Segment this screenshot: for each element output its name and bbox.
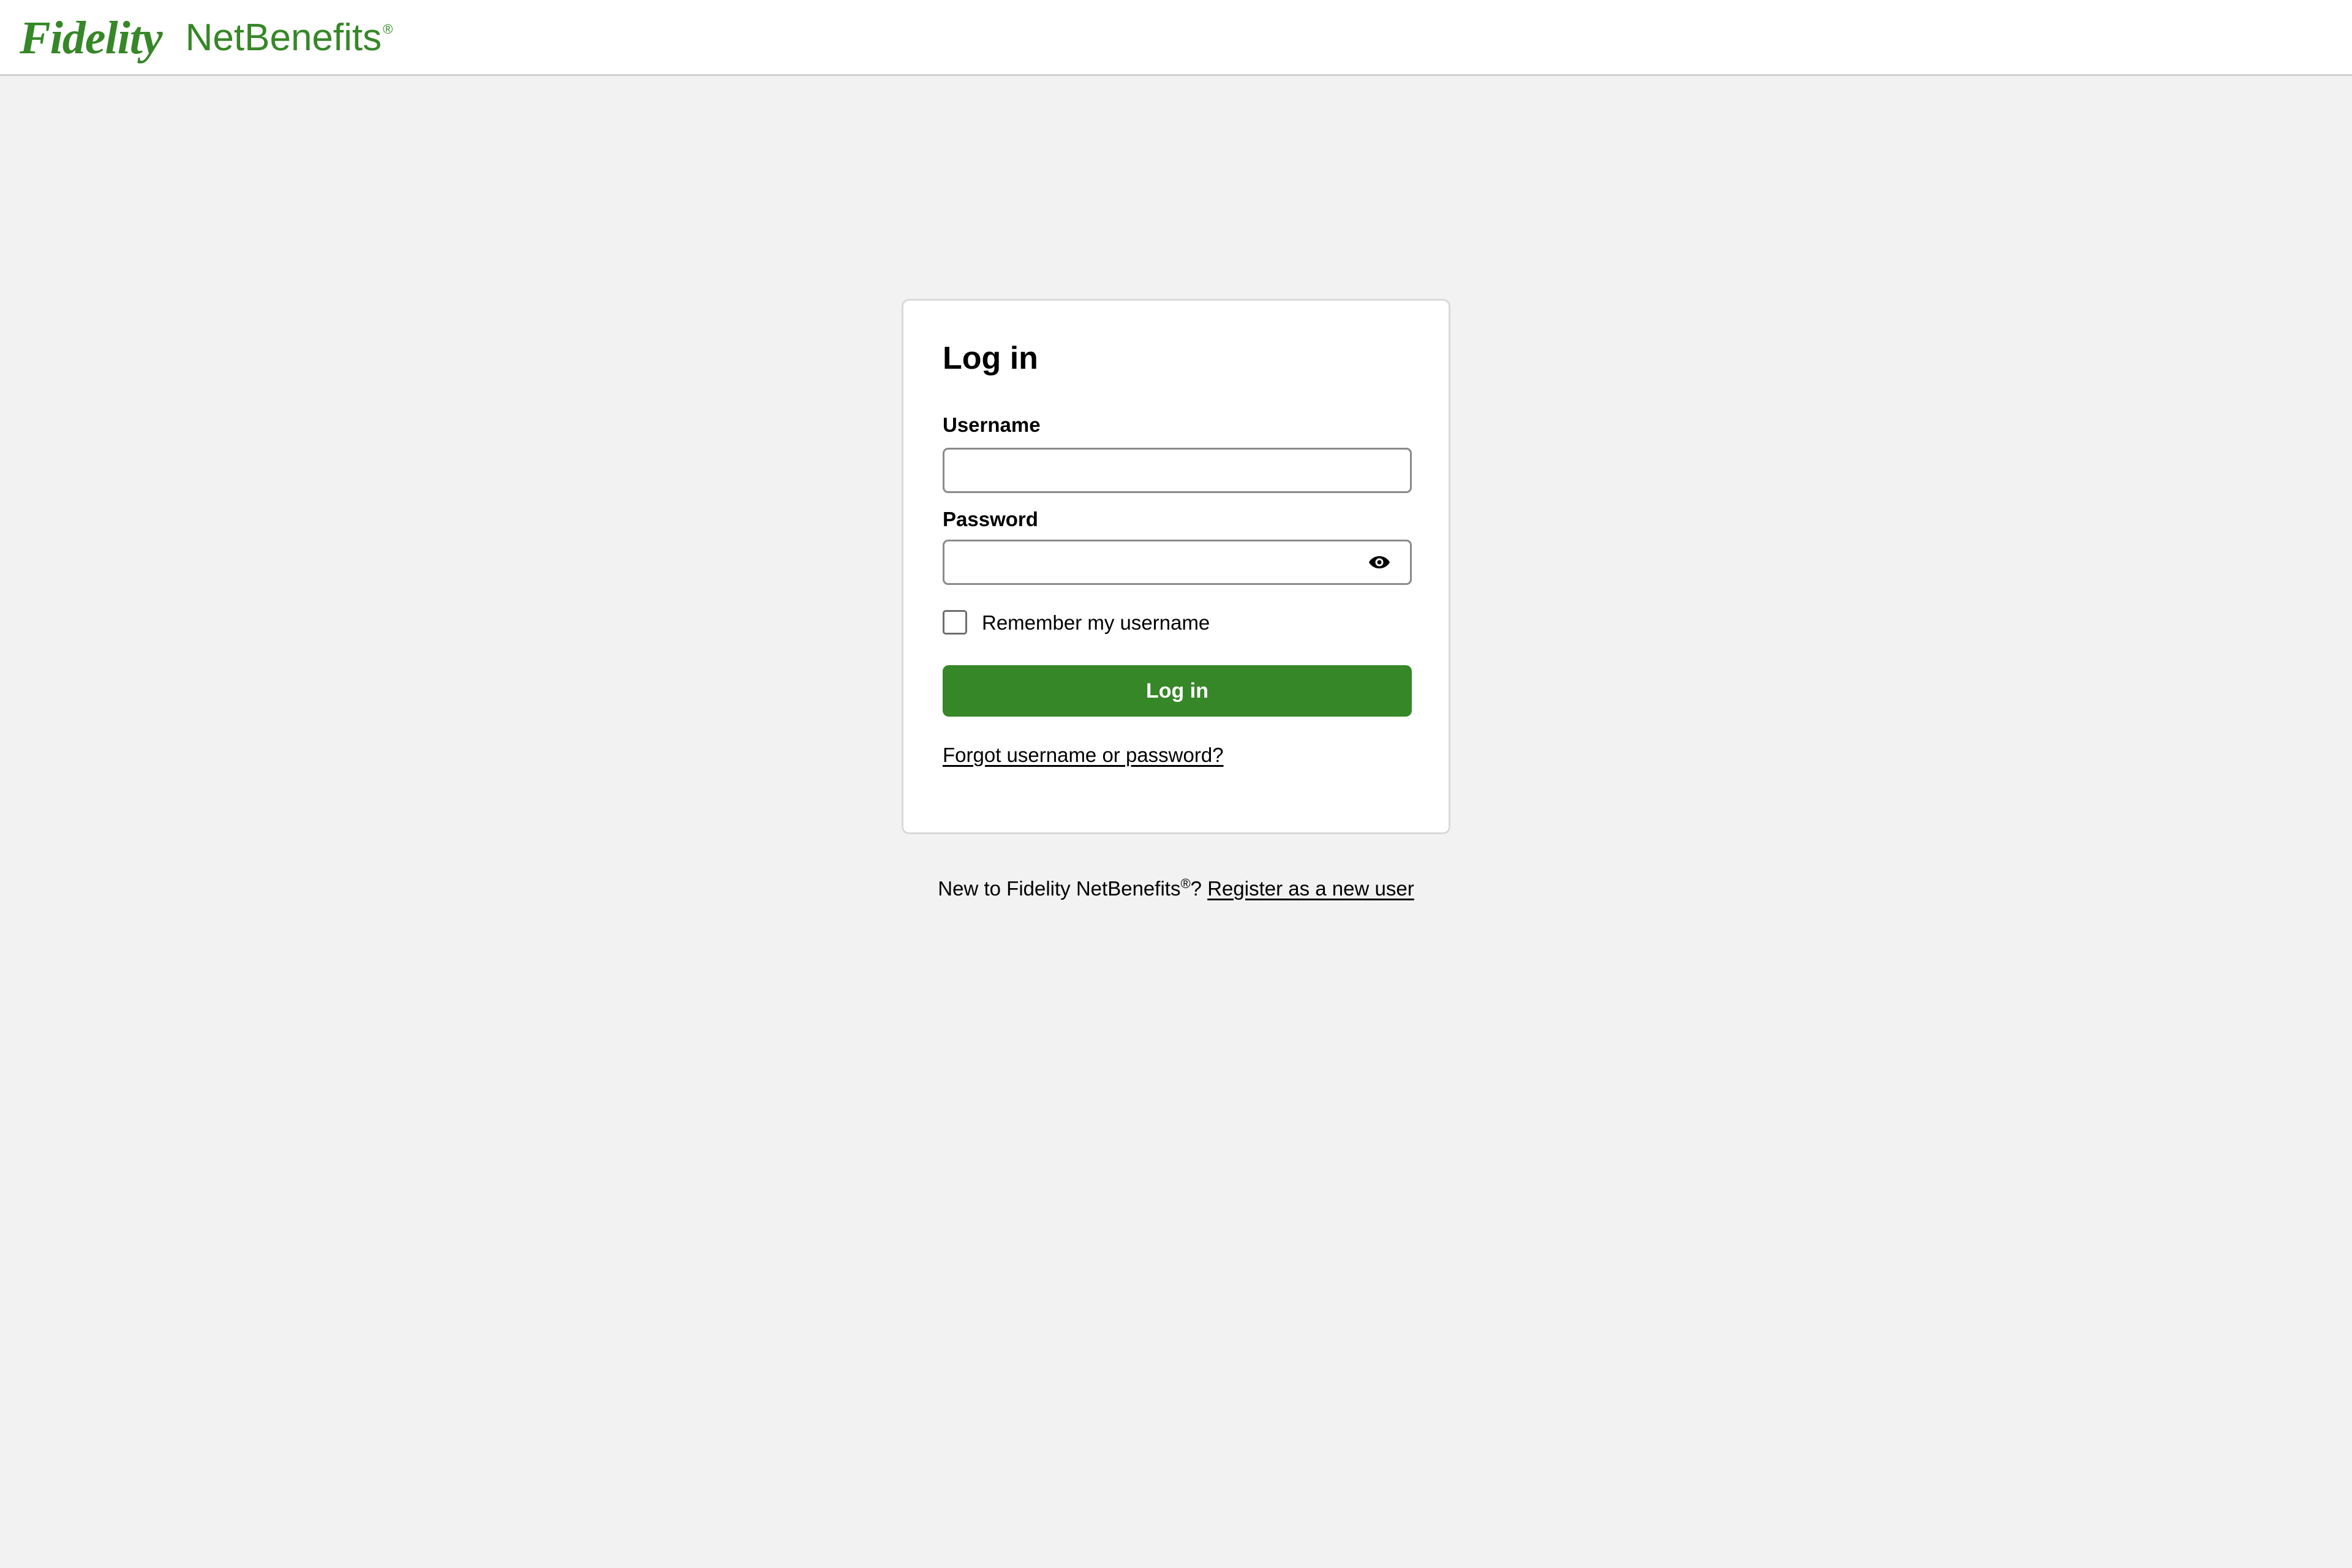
remember-username-checkbox[interactable] bbox=[943, 610, 967, 635]
login-title: Log in bbox=[943, 341, 1038, 376]
eye-icon bbox=[1369, 556, 1390, 568]
login-card: Log in Username Password Remember my use… bbox=[902, 299, 1450, 834]
password-input[interactable] bbox=[943, 540, 1412, 585]
remember-username-label[interactable]: Remember my username bbox=[982, 612, 1210, 633]
new-user-question: ? bbox=[1190, 877, 1202, 900]
registered-mark: ® bbox=[383, 21, 393, 37]
register-link[interactable]: Register as a new user bbox=[1207, 877, 1414, 900]
forgot-credentials-link[interactable]: Forgot username or password? bbox=[943, 743, 1224, 767]
new-user-text: New to Fidelity NetBenefits bbox=[938, 877, 1181, 900]
product-name-text: NetBenefits bbox=[185, 17, 382, 59]
product-name: NetBenefits® bbox=[186, 19, 393, 57]
username-label: Username bbox=[943, 413, 1041, 436]
fidelity-logo: Fidelity bbox=[20, 12, 163, 64]
brand-logo[interactable]: Fidelity NetBenefits® bbox=[20, 9, 393, 67]
password-label: Password bbox=[943, 508, 1038, 530]
show-password-button[interactable] bbox=[1362, 550, 1397, 575]
site-header: Fidelity NetBenefits® bbox=[0, 0, 2352, 76]
remember-username-option[interactable]: Remember my username bbox=[943, 610, 1210, 635]
username-input[interactable] bbox=[943, 448, 1412, 493]
new-user-prompt: New to Fidelity NetBenefits®? Register a… bbox=[0, 876, 2352, 901]
new-user-registered-mark: ® bbox=[1180, 876, 1191, 891]
login-button[interactable]: Log in bbox=[943, 665, 1412, 717]
